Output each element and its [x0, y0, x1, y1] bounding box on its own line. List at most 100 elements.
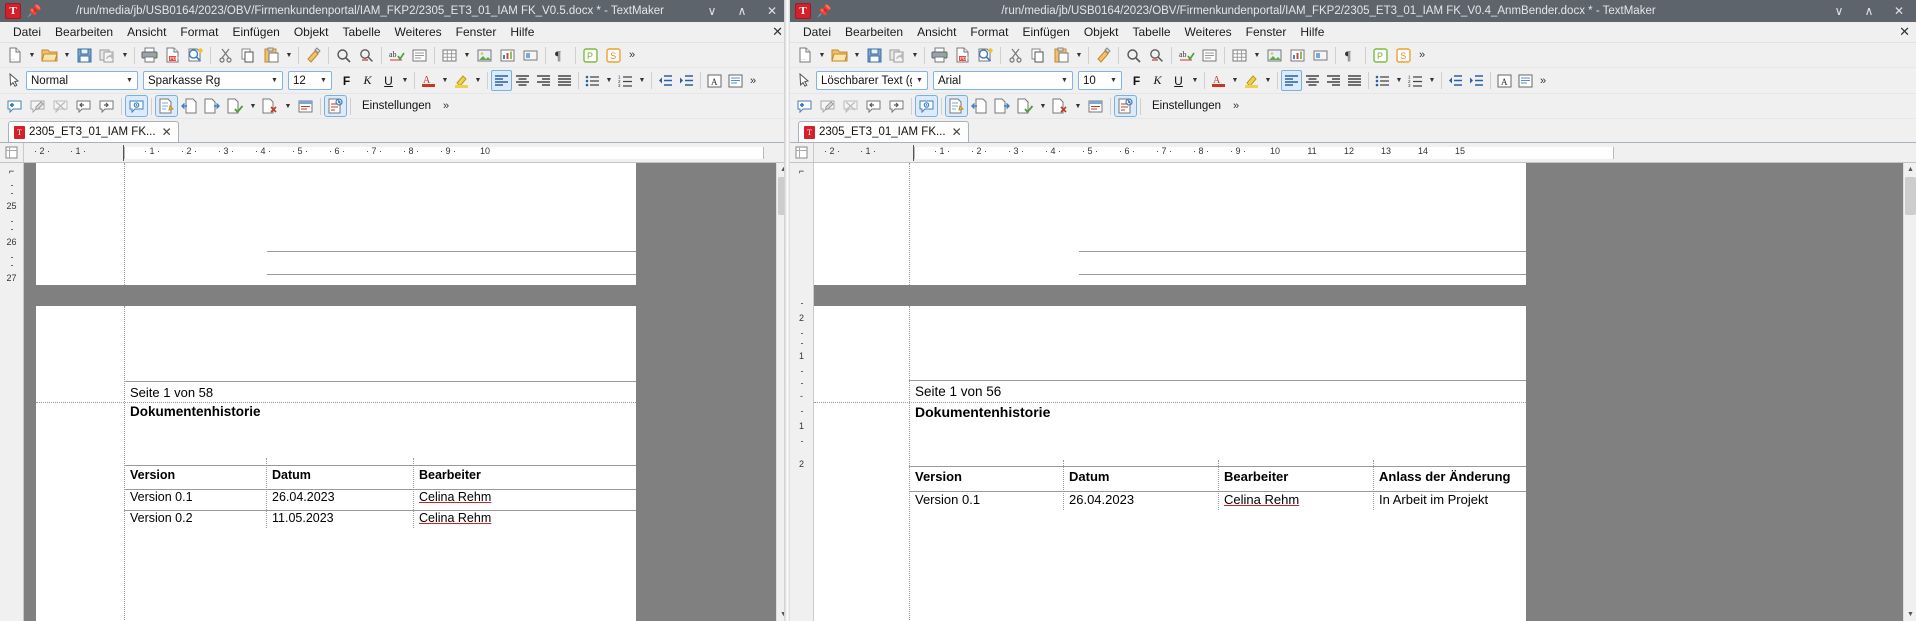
new-document-dropdown-icon[interactable]: ▼ — [816, 44, 828, 66]
maximize-button[interactable]: ∧ — [1854, 0, 1884, 22]
reject-change-icon[interactable] — [259, 95, 282, 117]
font-name-combo[interactable]: Arial ▼ — [933, 71, 1073, 90]
next-change-icon[interactable] — [991, 95, 1014, 117]
increase-indent-button[interactable] — [676, 70, 697, 91]
character-format-icon[interactable]: A — [704, 70, 725, 91]
menu-format[interactable]: Format — [173, 23, 225, 41]
paragraph-format-icon[interactable] — [1515, 70, 1536, 91]
menu-weiteres[interactable]: Weiteres — [388, 23, 449, 41]
document-tab[interactable]: 2305_ET3_01_IAM FK... ✕ — [8, 121, 179, 142]
search-icon[interactable] — [332, 44, 355, 66]
presentations-app-icon[interactable]: P — [1369, 44, 1392, 66]
standard-toolbar-overflow-icon[interactable]: » — [625, 49, 639, 61]
menu-tabelle[interactable]: Tabelle — [1126, 23, 1178, 41]
insert-chart-icon[interactable] — [1286, 44, 1309, 66]
decrease-indent-button[interactable] — [1445, 70, 1466, 91]
track-changes-icon[interactable] — [155, 95, 178, 117]
minimize-button[interactable]: ∨ — [697, 0, 727, 22]
paragraph-style-combo[interactable]: Löschbarer Text (gr ▼ — [816, 71, 928, 90]
next-comment-icon[interactable] — [885, 95, 908, 117]
insert-table-dropdown-icon[interactable]: ▼ — [461, 44, 473, 66]
menu-bearbeiten[interactable]: Bearbeiten — [838, 23, 910, 41]
increase-indent-button[interactable] — [1466, 70, 1487, 91]
print-icon[interactable] — [928, 44, 951, 66]
reject-change-icon[interactable] — [1049, 95, 1072, 117]
pin-icon[interactable]: 📌 — [25, 4, 43, 18]
thesaurus-icon[interactable] — [408, 44, 431, 66]
review-pane-icon[interactable] — [1084, 95, 1107, 117]
highlight-color-dropdown-icon[interactable]: ▼ — [1262, 70, 1274, 92]
previous-comment-icon[interactable] — [72, 95, 95, 117]
italic-button[interactable]: K — [357, 70, 378, 91]
select-objects-icon[interactable] — [793, 70, 816, 92]
show-comments-icon[interactable] — [915, 95, 938, 117]
save-icon[interactable] — [863, 44, 886, 66]
menu-hilfe[interactable]: Hilfe — [1293, 23, 1331, 41]
search-icon[interactable] — [1122, 44, 1145, 66]
left-margin-marker[interactable] — [913, 145, 914, 161]
underline-button[interactable]: U — [378, 70, 399, 91]
copy-icon[interactable] — [237, 44, 260, 66]
highlight-color-icon[interactable] — [1241, 70, 1262, 91]
insert-image-icon[interactable] — [1263, 44, 1286, 66]
vertical-scrollbar-right[interactable]: ▲ ▼ — [1903, 163, 1916, 621]
print-icon[interactable] — [138, 44, 161, 66]
vertical-ruler-left[interactable]: ⌐ 25 26 27 — [0, 163, 24, 621]
paste-icon[interactable] — [1050, 44, 1073, 66]
paste-icon[interactable] — [260, 44, 283, 66]
settings-label[interactable]: Einstellungen — [354, 100, 439, 112]
new-document-icon[interactable]: ... — [793, 44, 816, 66]
close-tab-icon[interactable]: ✕ — [160, 125, 174, 139]
print-preview-icon[interactable] — [184, 44, 207, 66]
planmaker-app-icon[interactable]: S — [1392, 44, 1415, 66]
presentations-app-icon[interactable]: P — [579, 44, 602, 66]
accept-change-icon[interactable] — [224, 95, 247, 117]
edit-comment-icon[interactable] — [26, 95, 49, 117]
select-objects-icon[interactable] — [3, 70, 26, 92]
new-document-icon[interactable]: ... — [3, 44, 26, 66]
menu-ansicht[interactable]: Ansicht — [910, 23, 963, 41]
document-page-1[interactable] — [814, 163, 1526, 285]
menu-datei[interactable]: Datei — [796, 23, 838, 41]
paragraph-style-combo[interactable]: Normal ▼ — [26, 71, 138, 90]
paste-dropdown-icon[interactable]: ▼ — [1073, 44, 1085, 66]
menu-bearbeiten[interactable]: Bearbeiten — [48, 23, 120, 41]
menu-einfuegen[interactable]: Einfügen — [1015, 23, 1076, 41]
align-left-button[interactable] — [491, 70, 512, 91]
menu-tabelle[interactable]: Tabelle — [336, 23, 388, 41]
horizontal-ruler-left[interactable]: · 2 · · 1 · · 1 · · 2 · · 3 · · 4 · · 5 … — [24, 143, 789, 162]
chevron-down-icon[interactable]: ▼ — [1057, 77, 1072, 84]
new-comment-icon[interactable] — [793, 95, 816, 117]
copy-icon[interactable] — [1027, 44, 1050, 66]
chevron-down-icon[interactable]: ▼ — [316, 77, 331, 84]
align-left-button[interactable] — [1281, 70, 1302, 91]
menu-objekt[interactable]: Objekt — [1077, 23, 1126, 41]
replace-icon[interactable] — [1145, 44, 1168, 66]
horizontal-ruler-right[interactable]: · 2 · · 1 · · 1 · · 2 · · 3 · · 4 · · 5 … — [814, 143, 1916, 162]
close-document-button[interactable]: ✕ — [1899, 24, 1910, 40]
close-document-button[interactable]: ✕ — [772, 24, 783, 40]
bulleted-list-dropdown-icon[interactable]: ▼ — [603, 70, 615, 92]
document-page-2[interactable] — [814, 306, 1526, 621]
document-page-1[interactable] — [36, 163, 636, 285]
numbered-list-dropdown-icon[interactable]: ▼ — [636, 70, 648, 92]
spellcheck-icon[interactable]: ab — [385, 44, 408, 66]
chevron-down-icon[interactable]: ▼ — [122, 77, 137, 84]
review-toolbar-overflow-icon[interactable]: » — [1229, 100, 1243, 112]
chevron-down-icon[interactable]: ▼ — [912, 77, 927, 84]
bulleted-list-button[interactable] — [582, 70, 603, 91]
chevron-down-icon[interactable]: ▼ — [267, 77, 282, 84]
bulleted-list-button[interactable] — [1372, 70, 1393, 91]
menu-objekt[interactable]: Objekt — [287, 23, 336, 41]
open-file-dropdown-icon[interactable]: ▼ — [851, 44, 863, 66]
formatting-marks-icon[interactable]: ¶ — [549, 44, 572, 66]
close-window-button[interactable]: ✕ — [757, 0, 787, 22]
font-color-icon[interactable]: A — [1208, 70, 1229, 91]
open-file-icon[interactable] — [828, 44, 851, 66]
reject-change-dropdown-icon[interactable]: ▼ — [1072, 95, 1084, 117]
numbered-list-button[interactable]: 123 — [1405, 70, 1426, 91]
scroll-up-icon[interactable]: ▲ — [1904, 163, 1916, 176]
paragraph-format-icon[interactable] — [725, 70, 746, 91]
decrease-indent-button[interactable] — [655, 70, 676, 91]
accept-change-icon[interactable] — [1014, 95, 1037, 117]
